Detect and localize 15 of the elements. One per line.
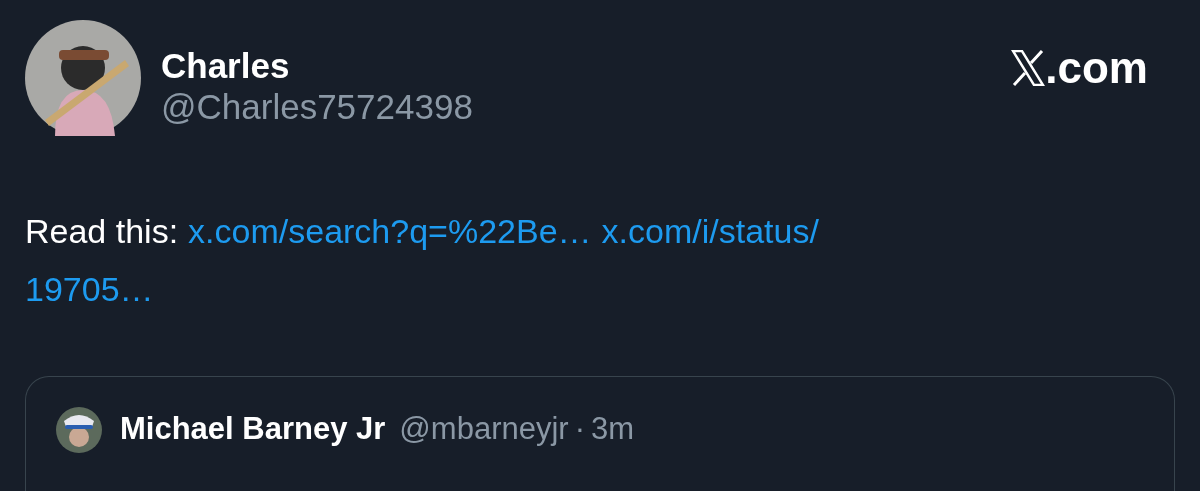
link[interactable]: 19705… (25, 260, 154, 318)
separator-dot: · (574, 410, 585, 448)
brand-text: .com (1045, 44, 1148, 92)
link[interactable]: x.com/i/status/ (601, 202, 819, 260)
post-text: Read this: (25, 211, 179, 252)
author-name[interactable]: Michael Barney Jr (120, 409, 386, 449)
quoted-post-card[interactable]: Michael Barney Jr @mbarneyjr · 3m (25, 376, 1175, 491)
post-time[interactable]: 3m (591, 409, 635, 449)
author-handle[interactable]: @Charles75724398 (161, 86, 473, 128)
x-logo-icon (1011, 50, 1046, 86)
avatar[interactable] (56, 407, 102, 453)
link[interactable]: x.com/search?q=%22Be… (188, 202, 592, 260)
author-handle[interactable]: @mbarneyjr (399, 409, 569, 449)
author-name[interactable]: Charles (161, 46, 473, 86)
avatar[interactable] (25, 20, 141, 136)
